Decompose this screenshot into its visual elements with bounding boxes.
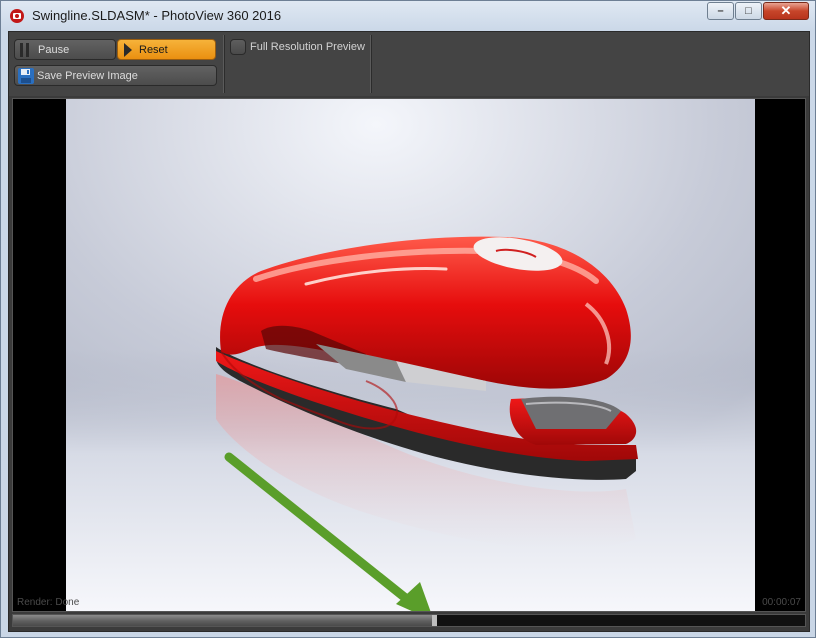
close-icon: ✕ — [780, 3, 792, 18]
render-time: 00:00:07 — [762, 597, 801, 608]
maximize-button[interactable]: □ — [735, 2, 762, 20]
close-button[interactable]: ✕ — [763, 2, 809, 20]
pause-icon — [20, 43, 29, 57]
render-panel: Pause Reset Save Preview Image Full Reso… — [8, 31, 810, 632]
title-bar[interactable]: Swingline.SLDASM* - PhotoView 360 2016 –… — [1, 1, 815, 31]
photoview-window: Swingline.SLDASM* - PhotoView 360 2016 –… — [0, 0, 816, 638]
reset-label: Reset — [139, 44, 168, 56]
reset-button[interactable]: Reset — [117, 39, 216, 60]
toolbar: Pause Reset Save Preview Image Full Reso… — [9, 32, 809, 96]
floppy-disk-icon — [18, 68, 34, 84]
photoview-app-icon — [10, 9, 24, 23]
toolbar-divider — [370, 35, 371, 93]
maximize-icon: □ — [745, 5, 752, 17]
toolbar-divider — [223, 35, 224, 93]
render-progress-bar — [12, 614, 806, 627]
render-status: Render: Done — [17, 597, 80, 608]
pause-button[interactable]: Pause — [14, 39, 116, 60]
progress-thumb — [431, 615, 437, 626]
progress-fill — [13, 615, 437, 626]
save-label: Save Preview Image — [37, 70, 138, 82]
full-resolution-checkbox[interactable] — [230, 39, 246, 55]
pause-label: Pause — [38, 44, 70, 56]
minimize-button[interactable]: – — [707, 2, 734, 20]
rendered-stapler-image — [66, 99, 755, 611]
play-icon — [124, 43, 132, 57]
save-preview-image-button[interactable]: Save Preview Image — [14, 65, 217, 86]
minimize-icon: – — [717, 5, 724, 17]
full-resolution-label[interactable]: Full Resolution Preview — [250, 41, 365, 53]
window-title: Swingline.SLDASM* - PhotoView 360 2016 — [32, 8, 282, 23]
render-preview: Render: Done 00:00:07 — [12, 98, 806, 612]
